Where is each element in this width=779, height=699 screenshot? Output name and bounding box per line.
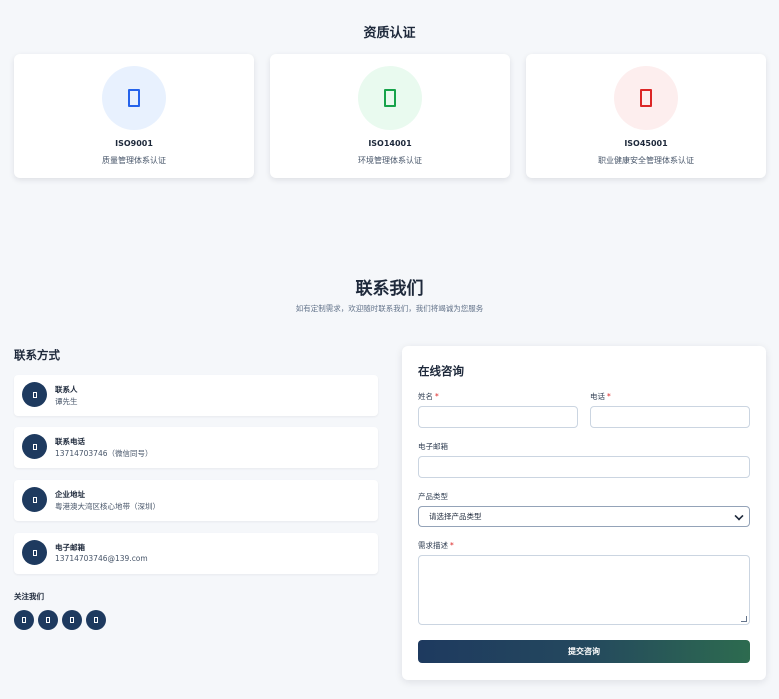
product-label-text: 产品类型 [418,492,448,501]
email-input[interactable] [418,456,750,478]
required-mark: * [435,392,439,401]
contact-method-person: 联系人 谭先生 [14,375,378,416]
cert-code: ISO14001 [368,139,412,148]
form-title: 在线咨询 [418,364,464,378]
cert-desc: 环境管理体系认证 [358,156,422,165]
cert-desc: 职业健康安全管理体系认证 [598,156,694,165]
location-icon [22,487,47,512]
document-icon [128,89,140,107]
required-mark: * [607,392,611,401]
mail-icon [22,540,47,565]
cert-card-iso45001: ISO45001 职业健康安全管理体系认证 [526,54,766,178]
cert-section-title: 资质认证 [363,26,416,41]
cert-icon-bg [358,66,422,130]
consult-form: 在线咨询 姓名 * 电话 * 电子邮箱 产品类型 请选择产品类型 需求描述 * 提交咨… [402,346,766,680]
phone-label-text: 电话 [590,392,605,401]
cert-icon-bg [102,66,166,130]
cert-icon-bg [614,66,678,130]
cert-card-iso14001: ISO14001 环境管理体系认证 [270,54,510,178]
name-label-text: 姓名 [418,392,433,401]
method-label: 电子邮箱 [55,543,85,552]
resize-handle-icon[interactable] [741,616,747,622]
user-icon [22,382,47,407]
phone-input[interactable] [590,406,750,428]
method-value: 13714703746@139.com [55,554,148,563]
method-label: 联系人 [55,385,78,394]
cert-code: ISO45001 [624,139,668,148]
contact-method-email: 电子邮箱 13714703746@139.com [14,533,378,574]
email-label-text: 电子邮箱 [418,442,448,451]
contact-method-address: 企业地址 粤港澳大湾区核心地带（深圳） [14,480,378,521]
description-textarea[interactable] [418,555,750,625]
method-value: 13714703746（微信同号） [55,449,153,458]
email-label: 电子邮箱 [418,441,448,452]
desc-label-text: 需求描述 [418,541,448,550]
cert-card-iso9001: ISO9001 质量管理体系认证 [14,54,254,178]
social-phone-icon[interactable] [86,610,106,630]
submit-consult-button[interactable]: 提交咨询 [418,640,750,663]
chevron-down-icon [734,511,744,521]
desc-label: 需求描述 * [418,540,454,551]
name-input[interactable] [418,406,578,428]
document-icon [640,89,652,107]
required-mark: * [450,541,454,550]
cert-desc: 质量管理体系认证 [102,156,166,165]
phone-label: 电话 * [590,391,611,402]
method-label: 联系电话 [55,437,85,446]
contact-methods-title: 联系方式 [14,348,60,362]
method-value: 谭先生 [55,397,78,406]
product-type-select[interactable]: 请选择产品类型 [418,506,750,527]
contact-method-phone: 联系电话 13714703746（微信同号） [14,427,378,468]
follow-us-title: 关注我们 [14,592,44,601]
weibo-icon[interactable] [38,610,58,630]
document-icon [384,89,396,107]
name-label: 姓名 * [418,391,439,402]
contact-subtitle: 如有定制需求，欢迎随时联系我们，我们将竭诚为您服务 [295,304,484,313]
qq-icon[interactable] [62,610,82,630]
method-value: 粤港澳大湾区核心地带（深圳） [55,502,160,511]
phone-icon [22,434,47,459]
product-type-selected: 请选择产品类型 [429,512,482,521]
product-label: 产品类型 [418,491,448,502]
cert-code: ISO9001 [115,139,153,148]
method-label: 企业地址 [55,490,85,499]
contact-title: 联系我们 [355,279,424,299]
wechat-icon[interactable] [14,610,34,630]
